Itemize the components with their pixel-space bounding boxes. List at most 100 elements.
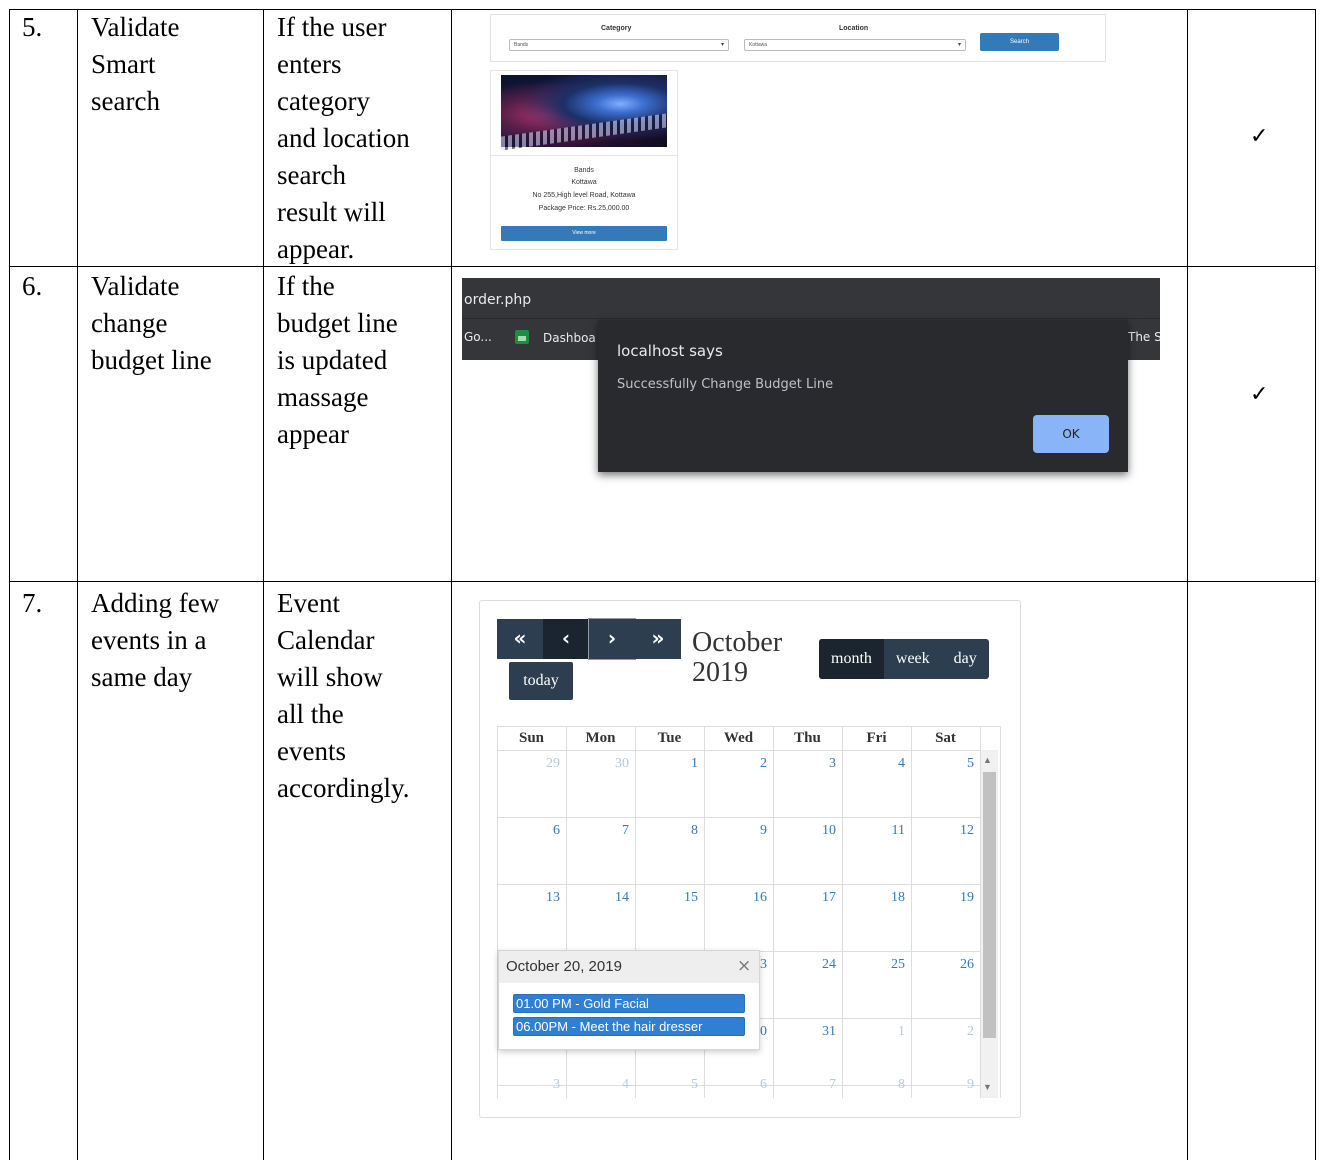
table-border-col1 — [77, 9, 78, 1160]
view-more-button[interactable]: View more — [501, 226, 667, 241]
day-number[interactable]: 10 — [776, 823, 836, 839]
day-number[interactable]: 26 — [914, 957, 974, 973]
bookmark-dashboard-label: Dashboa — [543, 331, 596, 345]
scroll-up-arrow-icon[interactable]: ▲ — [983, 755, 992, 765]
next-year-button[interactable]: » — [635, 619, 681, 659]
grid-column-line — [773, 726, 774, 1098]
day-number[interactable]: 4 — [845, 756, 905, 772]
day-number[interactable]: 1 — [638, 756, 698, 772]
event-item[interactable]: 01.00 PM - Gold Facial — [513, 994, 745, 1013]
location-label: Location — [839, 25, 869, 32]
event-item[interactable]: 06.00PM - Meet the hair dresser — [513, 1017, 745, 1036]
next-month-button[interactable]: › — [588, 618, 636, 660]
grid-column-line — [911, 726, 912, 1098]
address-bar-text[interactable]: order.php — [464, 292, 531, 308]
day-number[interactable]: 5 — [914, 756, 974, 772]
prev-month-button[interactable]: ‹ — [543, 619, 589, 659]
day-number[interactable]: 25 — [845, 957, 905, 973]
view-week-button[interactable]: week — [884, 639, 942, 679]
table-border-top — [9, 9, 1316, 10]
weekday-header: Thu — [794, 730, 821, 746]
day-number[interactable]: 29 — [500, 756, 560, 772]
grid-row-line — [497, 884, 980, 885]
card-location: Kottawa — [571, 179, 597, 186]
card-divider — [491, 155, 677, 156]
row-5-scenario: Validate Smart search — [91, 12, 180, 116]
bookmark-item-left[interactable]: Go... — [464, 330, 492, 344]
day-number[interactable]: 2 — [914, 1024, 974, 1040]
dashboard-favicon-icon — [515, 330, 529, 344]
bookmark-item-right[interactable]: The S — [1128, 330, 1160, 344]
calendar-scrollbar-thumb[interactable] — [983, 772, 996, 1038]
dialog-message: Successfully Change Budget Line — [617, 377, 834, 392]
day-number[interactable]: 19 — [914, 890, 974, 906]
close-icon[interactable]: × — [737, 956, 751, 976]
card-price: Package Price: Rs.25,000.00 — [538, 205, 630, 212]
day-number[interactable]: 2 — [707, 756, 767, 772]
grid-row-line — [497, 750, 980, 751]
search-button[interactable]: Search — [980, 33, 1059, 51]
day-number[interactable]: 14 — [569, 890, 629, 906]
day-number[interactable]: 31 — [776, 1024, 836, 1040]
table-border-row6 — [9, 266, 1316, 267]
view-day-button[interactable]: day — [942, 639, 989, 679]
bookmark-item-dashboard[interactable]: Dashboa — [515, 330, 596, 345]
row-6-result-check: ✓ — [1250, 382, 1269, 407]
card-title: Bands — [574, 167, 594, 174]
row-5-number: 5. — [22, 12, 43, 42]
weekday-header: Fri — [866, 730, 887, 746]
day-number[interactable]: 16 — [707, 890, 767, 906]
table-border-col2 — [263, 9, 264, 1160]
calendar-title-month: October — [692, 627, 783, 658]
day-number[interactable]: 24 — [776, 957, 836, 973]
day-number[interactable]: 7 — [776, 1077, 836, 1093]
grid-row-line — [497, 817, 980, 818]
location-select[interactable]: Kottawa ▾ — [744, 39, 966, 51]
weekday-header: Tue — [657, 730, 682, 746]
calendar-title-year: 2019 — [692, 657, 748, 688]
result-card-image — [501, 75, 667, 151]
day-number[interactable]: 7 — [569, 823, 629, 839]
row-6-number: 6. — [22, 271, 43, 301]
day-number[interactable]: 3 — [500, 1077, 560, 1093]
day-number[interactable]: 13 — [500, 890, 560, 906]
table-border-left — [9, 9, 10, 1160]
day-number[interactable]: 4 — [569, 1077, 629, 1093]
scroll-down-arrow-icon[interactable]: ▼ — [983, 1082, 992, 1092]
grid-column-line — [1000, 726, 1001, 1098]
location-select-value: Kottawa — [749, 42, 768, 48]
day-number[interactable]: 11 — [845, 823, 905, 839]
day-number[interactable]: 17 — [776, 890, 836, 906]
popover-title: October 20, 2019 — [506, 958, 622, 975]
day-events-popover: October 20, 2019 × 01.00 PM - Gold Facia… — [498, 950, 760, 1050]
grid-column-line — [842, 726, 843, 1098]
day-number[interactable]: 8 — [638, 823, 698, 839]
weekday-header: Mon — [585, 730, 616, 746]
day-number[interactable]: 12 — [914, 823, 974, 839]
day-number[interactable]: 8 — [845, 1077, 905, 1093]
row-7-number: 7. — [22, 588, 43, 618]
grid-row-line — [497, 726, 1000, 727]
day-number[interactable]: 15 — [638, 890, 698, 906]
chevron-down-icon: ▾ — [957, 42, 961, 48]
row-5-result-check: ✓ — [1250, 124, 1269, 149]
day-number[interactable]: 18 — [845, 890, 905, 906]
ok-button[interactable]: OK — [1033, 415, 1109, 453]
table-border-right — [1315, 9, 1316, 1160]
day-number[interactable]: 30 — [569, 756, 629, 772]
weekday-header: Sat — [935, 730, 956, 746]
category-select[interactable]: Bands ▾ — [509, 39, 729, 51]
day-number[interactable]: 5 — [638, 1077, 698, 1093]
day-number[interactable]: 1 — [845, 1024, 905, 1040]
today-button[interactable]: today — [509, 662, 573, 700]
day-number[interactable]: 3 — [776, 756, 836, 772]
alert-dialog: localhost says Successfully Change Budge… — [598, 320, 1128, 472]
day-number[interactable]: 9 — [914, 1077, 974, 1093]
category-label: Category — [601, 25, 632, 32]
day-number[interactable]: 6 — [500, 823, 560, 839]
toolbar-divider — [462, 318, 1160, 319]
day-number[interactable]: 6 — [707, 1077, 767, 1093]
prev-year-button[interactable]: « — [497, 619, 543, 659]
view-month-button[interactable]: month — [819, 639, 884, 679]
day-number[interactable]: 9 — [707, 823, 767, 839]
